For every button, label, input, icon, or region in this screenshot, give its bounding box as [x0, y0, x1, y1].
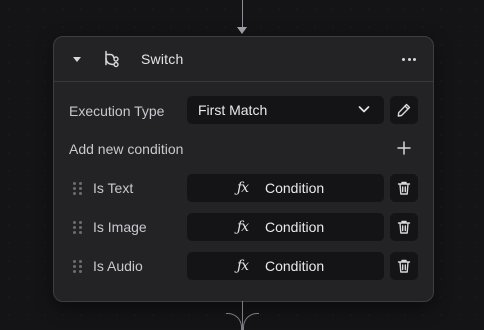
condition-row: Is Image ƒx Condition [54, 213, 433, 241]
more-horizontal-icon[interactable] [400, 49, 418, 69]
condition-button[interactable]: ƒx Condition [187, 213, 384, 241]
condition-name: Is Text [93, 180, 134, 196]
drag-handle-icon[interactable] [73, 260, 83, 273]
function-fx-icon: ƒx [237, 258, 249, 274]
chevron-down-icon [358, 106, 370, 113]
trash-icon [397, 181, 411, 195]
condition-button-label: Condition [265, 258, 325, 274]
condition-row: Is Audio ƒx Condition [54, 252, 433, 280]
workflow-canvas: Switch Execution Type First Match Add ne… [0, 0, 484, 330]
condition-name: Is Audio [93, 258, 143, 274]
caret-down-icon[interactable] [72, 54, 84, 64]
node-title: Switch [141, 51, 184, 67]
trash-icon [397, 220, 411, 234]
execution-type-value: First Match [198, 102, 268, 118]
condition-button-label: Condition [265, 180, 325, 196]
condition-row: Is Text ƒx Condition [54, 174, 433, 202]
drag-handle-icon[interactable] [73, 182, 83, 195]
incoming-edge [242, 0, 243, 30]
condition-button[interactable]: ƒx Condition [187, 174, 384, 202]
outgoing-edge-branch [243, 313, 259, 330]
switch-node[interactable]: Switch Execution Type First Match Add ne… [53, 36, 434, 302]
node-header: Switch [54, 37, 433, 82]
execution-type-label: Execution Type [69, 103, 165, 119]
execution-type-select[interactable]: First Match [187, 96, 384, 124]
drag-handle-icon[interactable] [73, 221, 83, 234]
condition-button-label: Condition [265, 219, 325, 235]
condition-name: Is Image [93, 219, 147, 235]
switch-branch-icon [105, 50, 119, 68]
incoming-edge-arrow-icon [237, 27, 247, 34]
delete-condition-button[interactable] [390, 213, 418, 241]
condition-button[interactable]: ƒx Condition [187, 252, 384, 280]
delete-condition-button[interactable] [390, 252, 418, 280]
plus-icon[interactable] [394, 138, 414, 158]
delete-condition-button[interactable] [390, 174, 418, 202]
function-fx-icon: ƒx [237, 219, 249, 235]
pencil-icon [397, 103, 411, 117]
function-fx-icon: ƒx [237, 180, 249, 196]
add-condition-label: Add new condition [69, 141, 184, 157]
edit-execution-type-button[interactable] [390, 96, 418, 124]
trash-icon [397, 259, 411, 273]
outgoing-edge-branch [226, 313, 242, 330]
